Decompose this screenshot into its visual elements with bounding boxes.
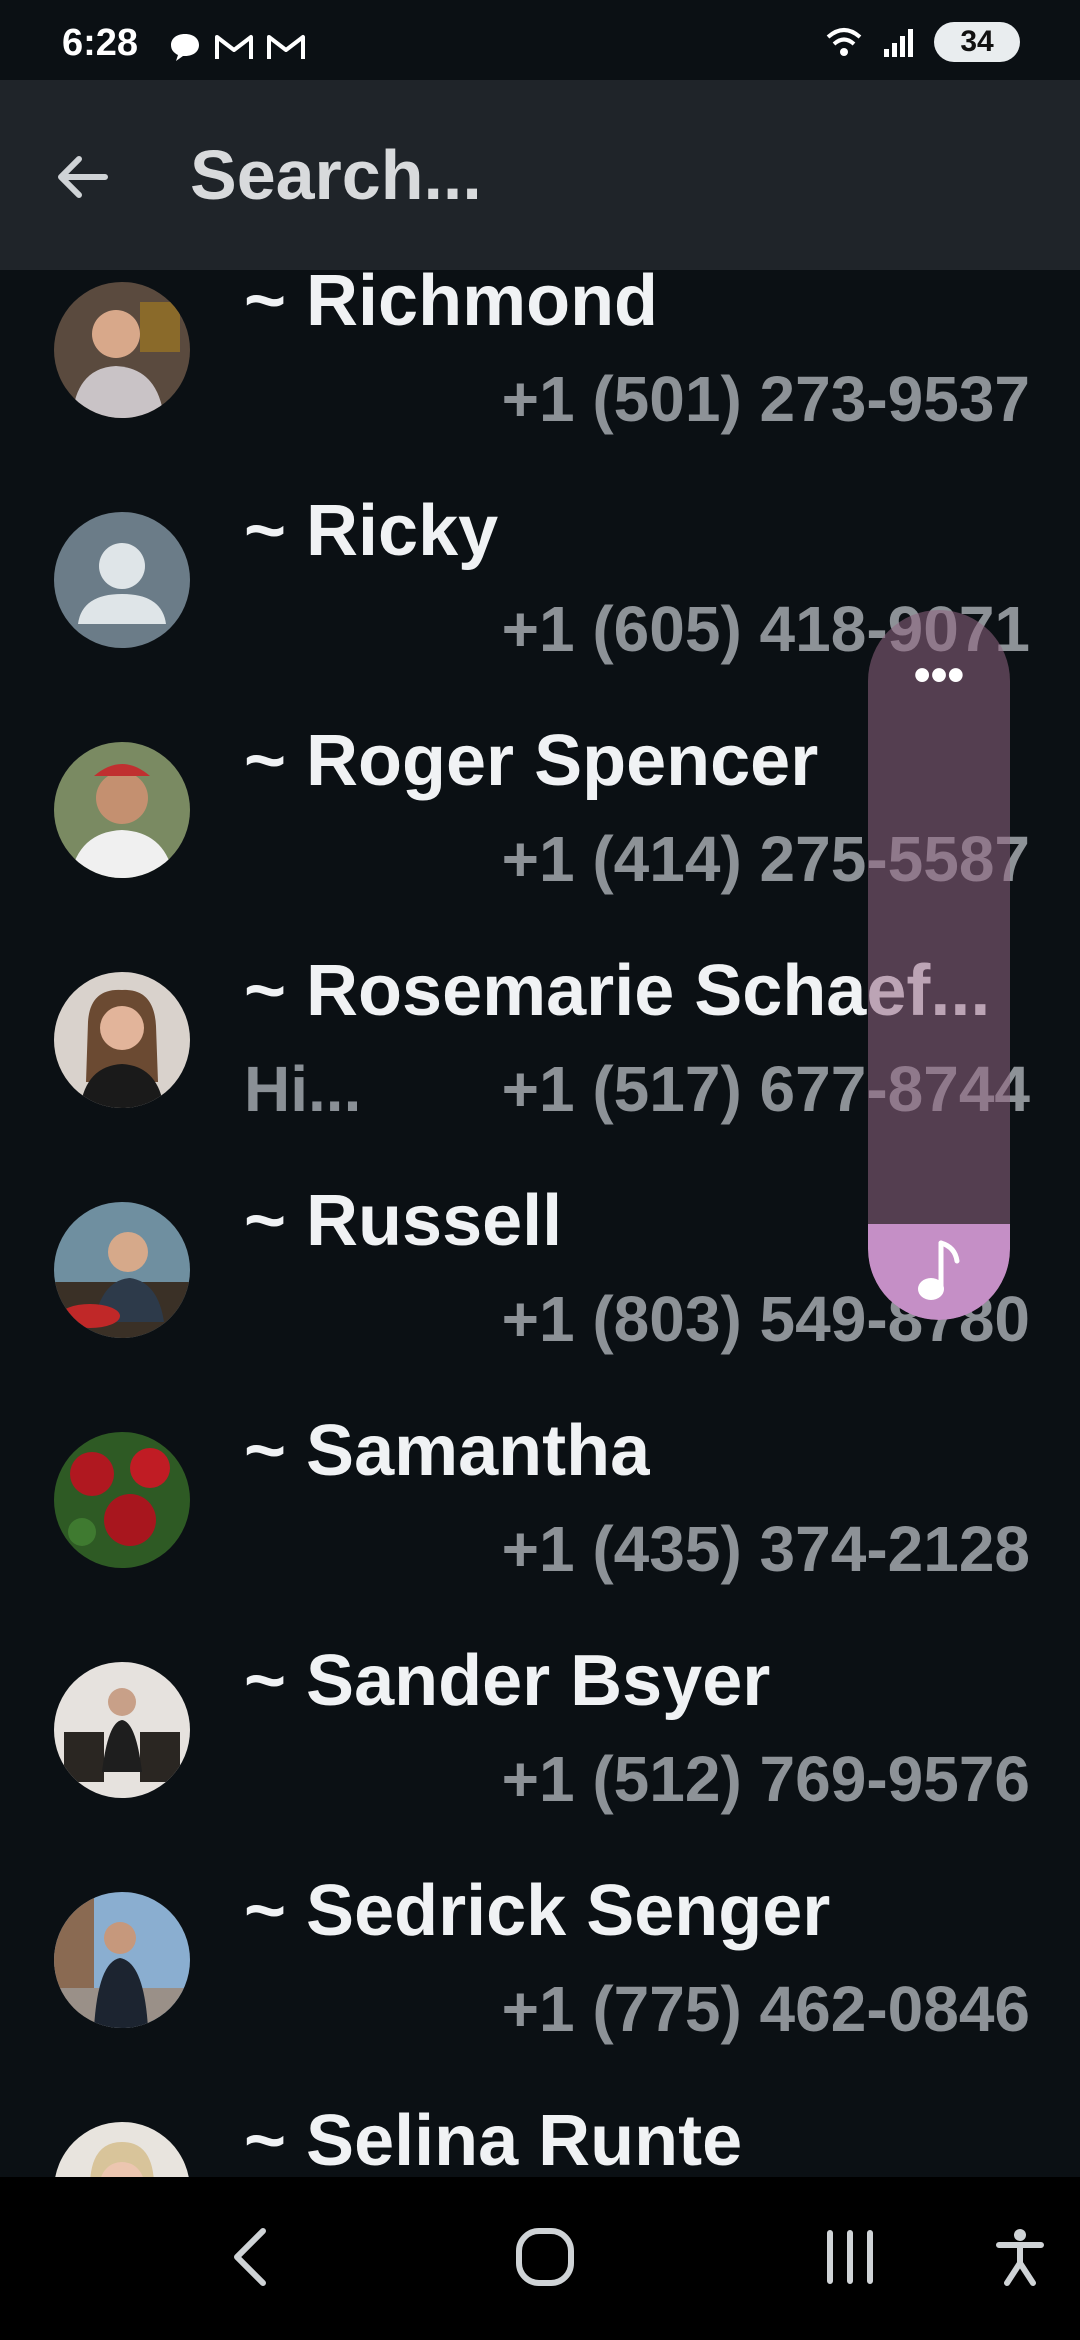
contact-row[interactable]: ~ Selina Runte: [0, 2101, 1080, 2177]
contact-phone: +1 (512) 769-9576: [501, 1743, 1030, 1815]
floating-side-panel[interactable]: •••: [868, 610, 1010, 1320]
avatar[interactable]: [54, 2122, 190, 2177]
avatar[interactable]: [54, 1432, 190, 1568]
contact-status: Hi...: [244, 1053, 362, 1125]
contact-name: ~ Samantha: [244, 1411, 651, 1491]
contact-name: ~ Roger Spencer: [244, 721, 819, 801]
search-app-bar: Search...: [0, 80, 1080, 270]
accessibility-icon: [996, 2229, 1044, 2286]
back-icon: [234, 2228, 266, 2286]
avatar[interactable]: [54, 1892, 190, 2028]
gmail-icon: [267, 35, 305, 59]
contact-row[interactable]: ~ Sedrick Senger +1 (775) 462-0846: [0, 1871, 1080, 2110]
nav-recents-button[interactable]: [810, 2217, 890, 2297]
avatar[interactable]: [54, 742, 190, 878]
battery-indicator: 34: [934, 22, 1020, 62]
back-button[interactable]: [48, 142, 118, 212]
contact-name: ~ Sander Bsyer: [244, 1641, 771, 1721]
more-dots-icon[interactable]: •••: [868, 652, 1010, 700]
wifi-icon: [826, 28, 862, 56]
contact-phone: +1 (775) 462-0846: [501, 1973, 1030, 2045]
contact-name: ~ Selina Runte: [244, 2101, 743, 2177]
chat-bubble-icon: [171, 34, 199, 61]
avatar[interactable]: [54, 512, 190, 648]
gmail-icon: [215, 35, 253, 59]
contact-row[interactable]: ~ Samantha +1 (435) 374-2128: [0, 1411, 1080, 1650]
music-note-icon: [918, 1240, 960, 1300]
notification-icons: [168, 30, 306, 64]
nav-home-button[interactable]: [505, 2217, 585, 2297]
status-bar: 6:28 34: [0, 0, 1080, 80]
contact-phone: +1 (435) 374-2128: [501, 1513, 1030, 1585]
contact-name: ~ Ricky: [244, 491, 499, 571]
nav-back-button[interactable]: [210, 2217, 290, 2297]
contact-name: ~ Russell: [244, 1181, 563, 1261]
signal-icon: [884, 29, 913, 57]
contact-name: ~ Sedrick Senger: [244, 1871, 831, 1951]
search-input[interactable]: Search...: [190, 135, 482, 215]
nav-accessibility-button[interactable]: [990, 2217, 1050, 2297]
default-avatar-icon: [78, 543, 166, 624]
avatar[interactable]: [54, 1202, 190, 1338]
contact-phone: +1 (501) 273-9537: [501, 363, 1030, 435]
status-right: 34: [824, 22, 1020, 62]
home-icon: [516, 2228, 574, 2286]
avatar[interactable]: [54, 282, 190, 418]
system-nav-bar: [0, 2177, 1080, 2340]
avatar[interactable]: [54, 972, 190, 1108]
contact-row[interactable]: ~ Sander Bsyer +1 (512) 769-9576: [0, 1641, 1080, 1880]
contact-row[interactable]: ~ Richmond +1 (501) 273-9537: [0, 270, 1080, 500]
recents-icon: [827, 2230, 873, 2284]
status-time: 6:28: [62, 22, 139, 64]
avatar[interactable]: [54, 1662, 190, 1798]
arrow-left-icon: [58, 156, 108, 198]
contact-name: ~ Richmond: [244, 270, 659, 341]
